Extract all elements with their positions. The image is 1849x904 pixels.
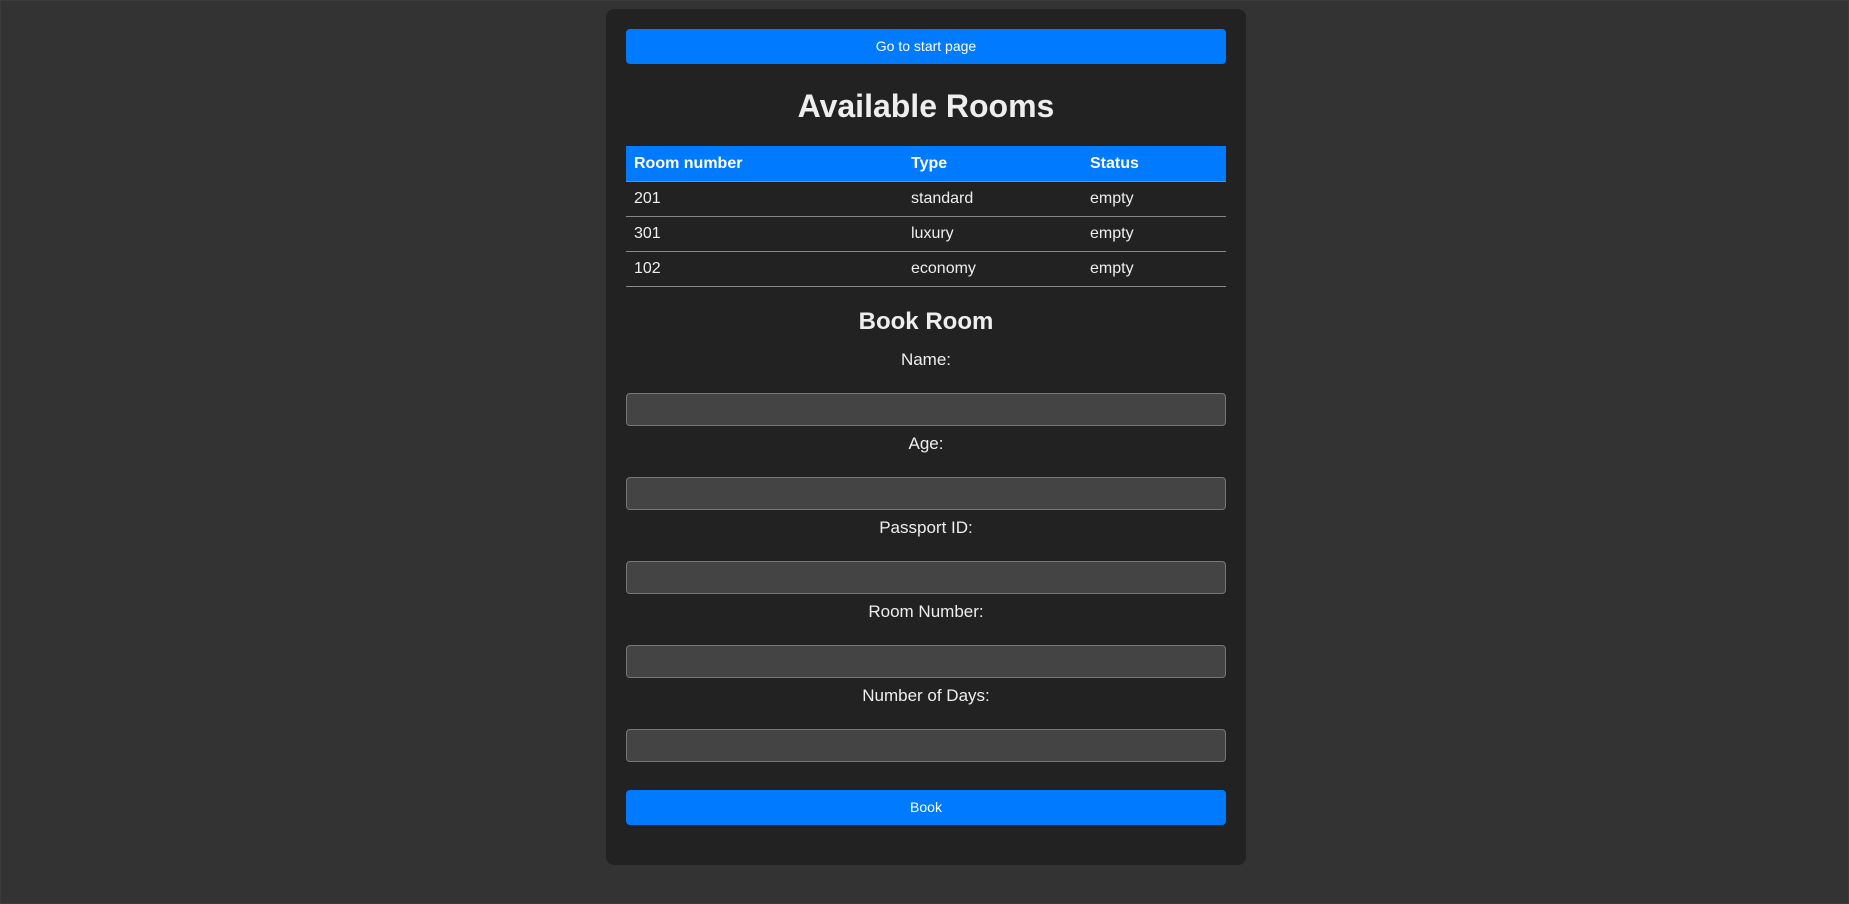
header-type: Type	[903, 146, 1082, 182]
page: Go to start page Available Rooms Room nu…	[0, 0, 1849, 904]
header-room-number: Room number	[626, 146, 903, 182]
room-status-cell: empty	[1082, 181, 1226, 217]
room-status-cell: empty	[1082, 216, 1226, 252]
table-row: 201 standard empty	[626, 181, 1226, 217]
room-type-cell: economy	[903, 251, 1082, 287]
age-field[interactable]	[626, 477, 1226, 510]
room-number-label: Room Number:	[868, 602, 984, 621]
table-row: 102 economy empty	[626, 251, 1226, 287]
book-button[interactable]: Book	[626, 790, 1226, 825]
room-type-cell: standard	[903, 181, 1082, 217]
booking-card: Go to start page Available Rooms Room nu…	[606, 9, 1246, 865]
booking-form-title: Book Room	[858, 308, 994, 335]
room-number-field[interactable]	[626, 645, 1226, 678]
passport-id-field[interactable]	[626, 561, 1226, 594]
number-of-days-label: Number of Days:	[862, 686, 990, 705]
booking-form: Name: Age: Passport ID: Room Number: Num…	[626, 350, 1226, 825]
rooms-table: Room number Type Status 201 standard emp…	[626, 146, 1226, 287]
name-field[interactable]	[626, 393, 1226, 426]
header-status: Status	[1082, 146, 1226, 182]
start-page-button[interactable]: Go to start page	[626, 29, 1226, 64]
room-status-cell: empty	[1082, 251, 1226, 287]
page-title: Available Rooms	[797, 88, 1055, 124]
room-number-cell: 301	[626, 216, 903, 252]
room-number-cell: 102	[626, 251, 903, 287]
room-type-cell: luxury	[903, 216, 1082, 252]
passport-id-label: Passport ID:	[879, 518, 973, 537]
table-header-row: Room number Type Status	[626, 146, 1226, 182]
age-label: Age:	[908, 434, 944, 453]
name-label: Name:	[900, 350, 952, 369]
table-row: 301 luxury empty	[626, 216, 1226, 252]
room-number-cell: 201	[626, 181, 903, 217]
number-of-days-field[interactable]	[626, 729, 1226, 762]
